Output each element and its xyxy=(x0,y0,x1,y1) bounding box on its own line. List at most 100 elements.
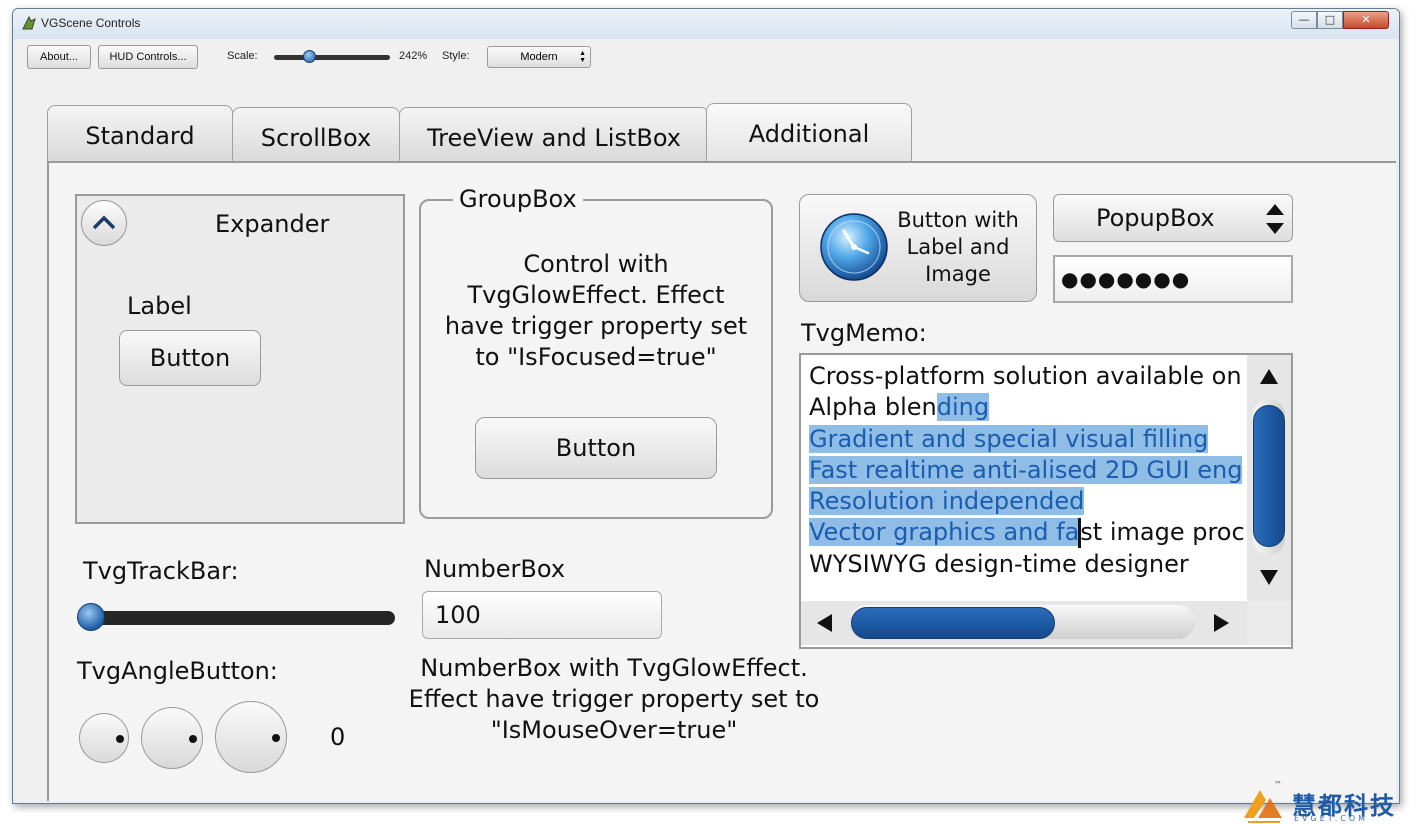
tab-treeview-listbox[interactable]: TreeView and ListBox xyxy=(399,107,709,165)
trackbar-thumb[interactable] xyxy=(77,603,105,631)
chevron-up-icon xyxy=(92,215,116,230)
numberbox-value: 100 xyxy=(435,601,481,629)
image-button[interactable]: Button with Label and Image xyxy=(799,194,1037,302)
popupbox-value: PopupBox xyxy=(1096,204,1215,232)
client-area: About... HUD Controls... Scale: 242% Sty… xyxy=(16,39,1396,801)
angle-button-large[interactable] xyxy=(215,701,287,773)
tab-strip: Standard ScrollBox TreeView and ListBox … xyxy=(16,99,1396,165)
anglebutton-label: TvgAngleButton: xyxy=(77,657,278,685)
scale-value: 242% xyxy=(399,50,428,62)
angle-value: 0 xyxy=(330,723,346,751)
memo-selection: ding xyxy=(936,393,990,422)
app-icon xyxy=(22,15,36,30)
groupbox-text-line: TvgGlowEffect. Effect xyxy=(467,281,725,309)
watermark-logo-icon xyxy=(1244,790,1282,823)
scale-label: Scale: xyxy=(227,50,258,62)
memo-line: WYSIWYG design-time designer xyxy=(809,549,1239,580)
about-button[interactable]: About... xyxy=(27,45,91,69)
style-select[interactable]: Modern ▲ ▼ xyxy=(487,46,591,68)
watermark-tm: ™ xyxy=(1274,780,1282,789)
title-bar: VGScene Controls — □ ✕ xyxy=(13,9,1399,39)
arrow-left-icon[interactable] xyxy=(815,613,833,633)
memo-label: TvgMemo: xyxy=(801,319,927,347)
arrow-down-icon[interactable] xyxy=(1259,569,1279,587)
memo-vscroll-thumb[interactable] xyxy=(1253,405,1285,547)
memo-selection: Gradient and special visual filling xyxy=(809,424,1209,453)
angle-button-medium[interactable] xyxy=(141,707,203,769)
memo-text[interactable]: Cross-platform solution available on Alp… xyxy=(809,361,1245,580)
memo-hscroll-thumb[interactable] xyxy=(851,607,1055,639)
password-value: ●●●●●●● xyxy=(1061,267,1191,291)
memo-line: Vector graphics and fast image proc xyxy=(809,517,1245,549)
window-title: VGScene Controls xyxy=(41,16,141,30)
image-button-label: Button with Label and Image xyxy=(892,207,1024,288)
memo-selection: Resolution independed xyxy=(809,487,1085,516)
numberbox-caption-line: "IsMouseOver=true" xyxy=(490,716,738,744)
memo-selection: Fast realtime anti-alised 2D GUI eng xyxy=(809,455,1243,484)
memo-line: Alpha blending xyxy=(809,392,1239,423)
memo-horizontal-scrollbar[interactable] xyxy=(801,601,1247,645)
style-select-value: Modern xyxy=(520,51,558,63)
groupbox-title: GroupBox xyxy=(453,185,583,213)
updown-arrows-icon xyxy=(1266,204,1284,234)
trackbar-label: TvgTrackBar: xyxy=(83,557,239,585)
expander: Expander Label Button xyxy=(75,194,405,524)
memo-line-text: st image proc xyxy=(1080,518,1245,547)
numberbox-label: NumberBox xyxy=(424,555,566,583)
memo-line-text: Cross-platform solution available on xyxy=(809,362,1242,390)
clock-icon xyxy=(820,213,888,281)
popupbox[interactable]: PopupBox xyxy=(1053,194,1293,242)
numberbox-caption: NumberBox with TvgGlowEffect. Effect hav… xyxy=(393,653,835,746)
hud-controls-button[interactable]: HUD Controls... xyxy=(98,45,198,69)
memo-line: Cross-platform solution available on xyxy=(809,361,1242,392)
scale-slider-thumb[interactable] xyxy=(303,50,316,63)
groupbox-text-line: have trigger property set xyxy=(444,312,748,340)
memo-line: Resolution independed xyxy=(809,486,1239,517)
image-button-label-line: Button with xyxy=(897,208,1019,232)
tab-page-additional: Expander Label Button GroupBox Control w… xyxy=(47,161,1396,801)
glow-button[interactable]: Button xyxy=(475,417,717,479)
groupbox-text-line: to "IsFocused=true" xyxy=(475,343,717,371)
arrow-right-icon[interactable] xyxy=(1213,613,1231,633)
groupbox-text: Control with TvgGlowEffect. Effect have … xyxy=(421,249,771,373)
close-icon: ✕ xyxy=(1361,13,1371,26)
watermark-sub: EVGET.COM xyxy=(1294,814,1369,823)
trackbar-track[interactable] xyxy=(79,611,395,625)
expander-header: Expander xyxy=(215,210,330,238)
close-button[interactable]: ✕ xyxy=(1343,11,1389,29)
minimize-button[interactable]: — xyxy=(1291,11,1317,29)
expander-toggle[interactable] xyxy=(81,200,127,246)
toolbar: About... HUD Controls... Scale: 242% Sty… xyxy=(16,39,1396,79)
memo-line: Gradient and special visual filling xyxy=(809,424,1239,455)
memo-selection: Vector graphics and fa xyxy=(809,518,1080,547)
expander-label: Label xyxy=(127,292,192,320)
maximize-icon: □ xyxy=(1324,13,1336,26)
numberbox-caption-line: Effect have trigger property set to xyxy=(408,685,820,713)
scrollbar-corner xyxy=(1247,601,1291,645)
minimize-icon: — xyxy=(1298,13,1310,26)
groupbox-text-line: Control with xyxy=(523,250,669,278)
memo-vertical-scrollbar[interactable] xyxy=(1247,355,1291,601)
style-label: Style: xyxy=(442,50,470,62)
angle-button-small[interactable] xyxy=(79,713,129,763)
app-window: VGScene Controls — □ ✕ About... HUD Cont… xyxy=(12,8,1400,804)
scale-slider-track[interactable] xyxy=(274,55,390,60)
tab-additional[interactable]: Additional xyxy=(706,103,912,163)
groupbox: GroupBox Control with TvgGlowEffect. Eff… xyxy=(419,185,773,519)
memo-line-text: WYSIWYG design-time designer xyxy=(809,549,1189,578)
password-field[interactable]: ●●●●●●● xyxy=(1053,255,1293,303)
image-button-label-line: Label and xyxy=(906,235,1010,259)
numberbox[interactable]: 100 xyxy=(422,591,662,639)
memo-line: Fast realtime anti-alised 2D GUI eng xyxy=(809,455,1243,486)
tab-scrollbox[interactable]: ScrollBox xyxy=(232,107,400,165)
tab-standard[interactable]: Standard xyxy=(47,105,233,163)
numberbox-caption-line: NumberBox with TvgGlowEffect. xyxy=(420,654,808,682)
watermark: ™ 慧都科技 EVGET.COM xyxy=(1236,780,1419,824)
memo[interactable]: Cross-platform solution available on Alp… xyxy=(799,353,1293,649)
image-button-label-line: Image xyxy=(925,262,991,286)
updown-arrows-icon: ▲ ▼ xyxy=(579,50,586,64)
arrow-up-icon[interactable] xyxy=(1259,367,1279,385)
maximize-button[interactable]: □ xyxy=(1317,11,1343,29)
expander-button[interactable]: Button xyxy=(119,330,261,386)
memo-line-text: Alpha blen xyxy=(809,393,937,422)
